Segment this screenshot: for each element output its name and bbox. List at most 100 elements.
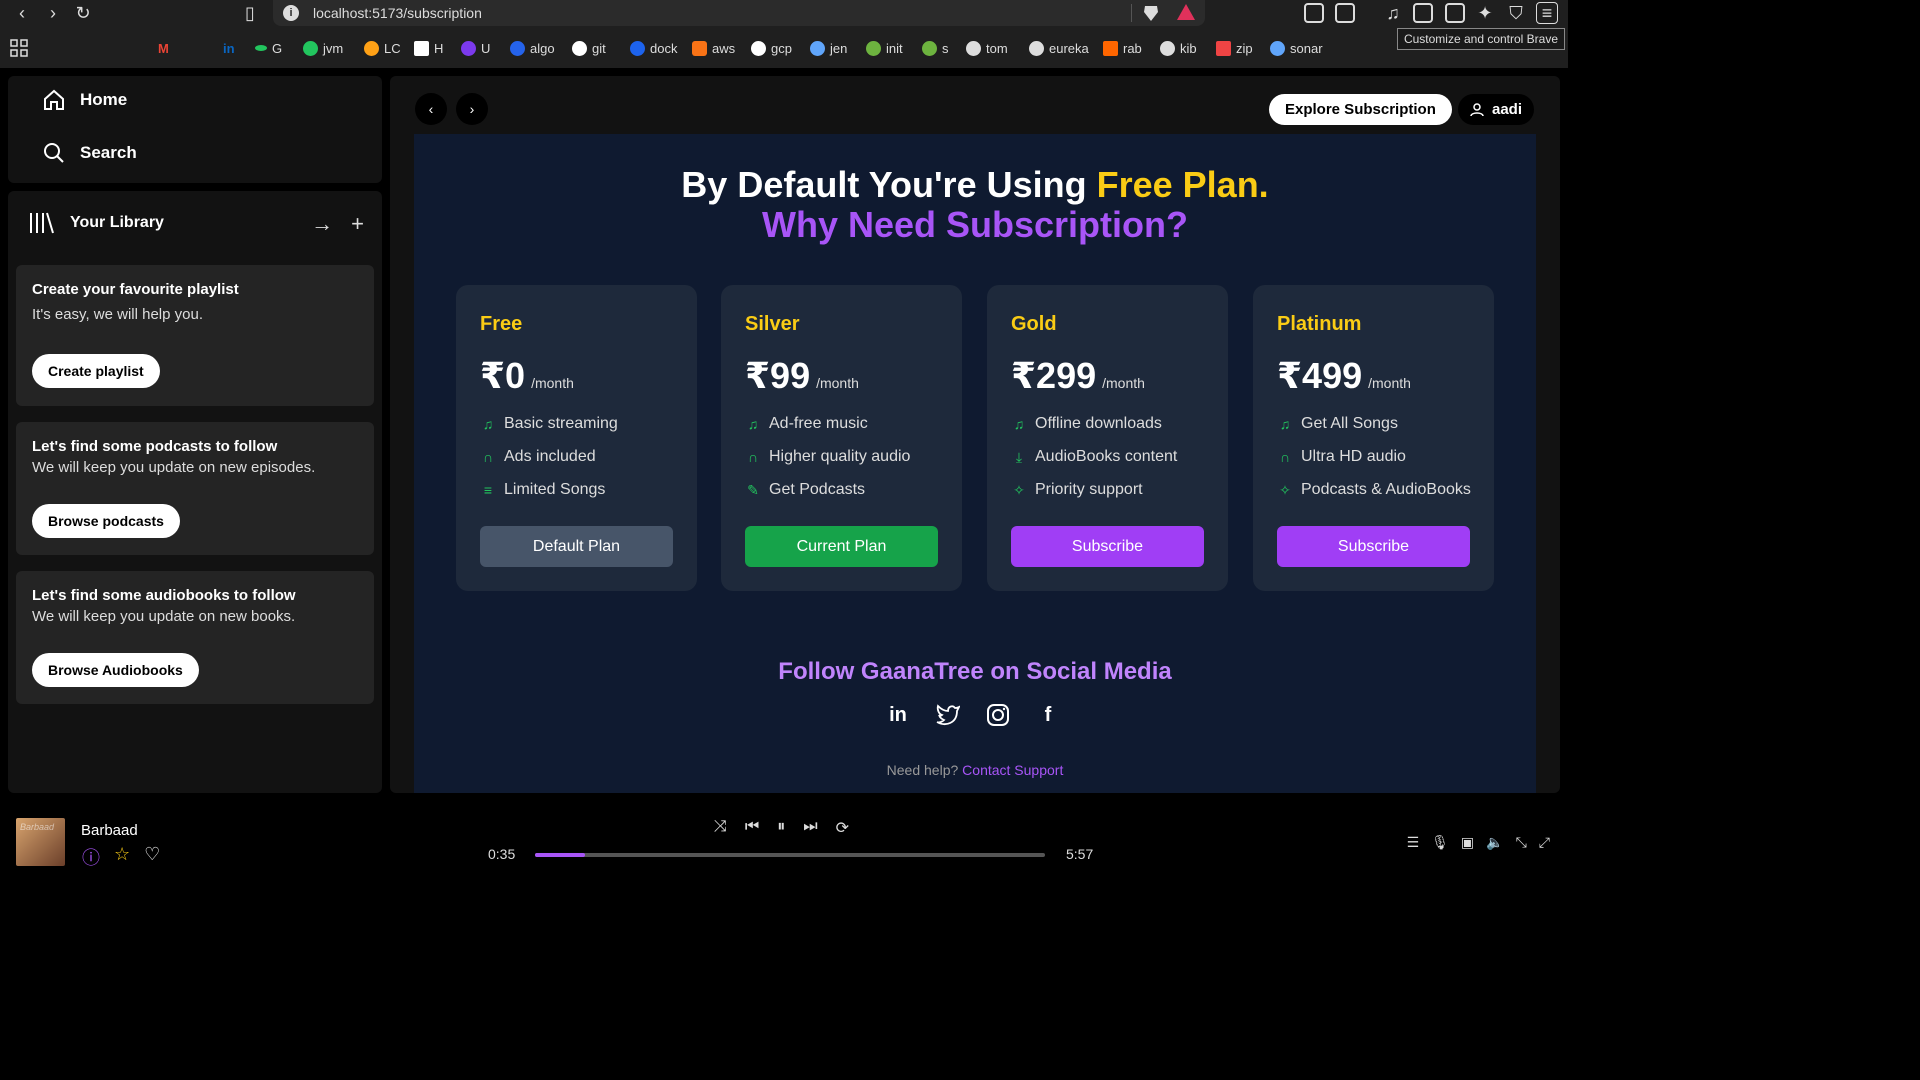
subscribe-gold-button[interactable]: Subscribe: [1011, 526, 1204, 567]
info-icon[interactable]: ⓘ: [82, 844, 100, 870]
sparkle-icon: ✧: [1279, 481, 1291, 498]
progress-bar[interactable]: [535, 853, 1045, 857]
twitter-icon[interactable]: [935, 702, 961, 728]
menu-icon[interactable]: ≡: [1536, 2, 1558, 24]
vpn-icon[interactable]: ⛉: [1505, 2, 1527, 24]
song-title[interactable]: Barbaad: [81, 822, 138, 839]
plus-icon[interactable]: +: [351, 211, 364, 237]
bookmark-gcp[interactable]: gcp: [751, 40, 792, 56]
default-plan-button[interactable]: Default Plan: [480, 526, 673, 567]
address-bar[interactable]: i localhost:5173/subscription: [273, 0, 1205, 26]
bookmark-lc[interactable]: LC: [364, 40, 401, 56]
bookmark-kib[interactable]: kib: [1160, 40, 1197, 56]
player-bar: Barbaad Barbaad ⓘ ☆ ♡ ⤨ ⏮ ⏸ ⏭ ⟳ 0:35 5:5…: [0, 800, 1568, 882]
brave-shields-icon[interactable]: [1143, 4, 1159, 22]
headphones-icon: ∩: [747, 449, 759, 465]
bookmark-rab[interactable]: rab: [1103, 40, 1142, 56]
arrow-right-icon[interactable]: →: [311, 211, 333, 237]
bookmark-algo[interactable]: algo: [510, 40, 555, 56]
facebook-icon[interactable]: f: [1035, 702, 1061, 728]
fullscreen-icon[interactable]: ⤢: [1539, 834, 1550, 851]
brave-rewards-icon[interactable]: [1177, 4, 1195, 20]
forward-icon[interactable]: ›: [42, 2, 64, 24]
wallet-icon[interactable]: [1445, 3, 1465, 23]
linkedin-icon[interactable]: in: [885, 702, 911, 728]
device-icon[interactable]: ▣: [1461, 834, 1474, 851]
main-content: ‹ › Explore Subscription aadi By Default…: [390, 76, 1560, 793]
bookmark-tom[interactable]: tom: [966, 40, 1008, 56]
music-icon[interactable]: ♫: [1382, 2, 1404, 24]
create-playlist-button[interactable]: Create playlist: [32, 354, 160, 388]
song-actions: ⓘ ☆ ♡: [82, 844, 160, 870]
browse-podcasts-button[interactable]: Browse podcasts: [32, 504, 180, 538]
music-note-icon: ♫: [482, 416, 494, 432]
extensions-icon[interactable]: [1304, 3, 1324, 23]
plan-price: ₹99/month: [745, 355, 859, 396]
apps-icon[interactable]: [10, 39, 28, 57]
bookmark-g[interactable]: G: [255, 41, 282, 56]
library-header[interactable]: Your Library: [28, 211, 164, 235]
plan-price: ₹299/month: [1011, 355, 1145, 396]
explore-subscription-button[interactable]: Explore Subscription: [1269, 94, 1452, 125]
shuffle-icon[interactable]: ⤨: [714, 818, 727, 838]
leo-ai-icon[interactable]: ✦: [1474, 2, 1496, 24]
album-cover[interactable]: Barbaad: [16, 818, 65, 866]
back-icon[interactable]: ‹: [11, 2, 33, 24]
bookmark-u[interactable]: U: [461, 40, 490, 56]
bookmark-init[interactable]: init: [866, 40, 903, 56]
volume-icon[interactable]: 🔈: [1486, 834, 1503, 851]
linkedin-bookmark-icon[interactable]: in: [223, 41, 235, 56]
nav-home[interactable]: Home: [42, 88, 127, 112]
music-note-icon: ♫: [1279, 416, 1291, 432]
bookmark-jvm[interactable]: jvm: [303, 40, 343, 56]
gmail-icon[interactable]: M: [158, 41, 169, 56]
browse-audiobooks-button[interactable]: Browse Audiobooks: [32, 653, 199, 687]
url-text[interactable]: localhost:5173/subscription: [313, 5, 482, 21]
bookmark-aws[interactable]: aws: [692, 40, 735, 56]
star-icon[interactable]: ☆: [114, 844, 130, 870]
bookmark-zip[interactable]: zip: [1216, 40, 1253, 56]
forward-arrow-button[interactable]: ›: [456, 93, 488, 125]
bookmark-h[interactable]: H: [414, 40, 443, 56]
instagram-icon[interactable]: [985, 702, 1011, 728]
bookmark-git[interactable]: git: [572, 40, 606, 56]
sidebar-toggle-icon[interactable]: [1413, 3, 1433, 23]
user-icon: [1470, 102, 1484, 116]
hero-heading: By Default You're Using Free Plan.: [390, 164, 1560, 206]
bookmark-sonar[interactable]: sonar: [1270, 40, 1323, 56]
music-note-icon: ♫: [747, 416, 759, 432]
heart-icon[interactable]: ♡: [144, 844, 160, 870]
plan-feature: ♫ Basic streaming: [480, 415, 618, 433]
site-info-icon[interactable]: i: [283, 5, 299, 21]
total-time: 5:57: [1066, 846, 1094, 862]
contact-support-link[interactable]: Contact Support: [962, 762, 1063, 778]
bookmark-jen[interactable]: jen: [810, 40, 847, 56]
plan-feature: ♫ Get All Songs: [1277, 415, 1398, 433]
bookmark-dock[interactable]: dock: [630, 40, 677, 56]
mic-icon[interactable]: 🎙: [1431, 834, 1449, 851]
reload-icon[interactable]: ↻: [72, 2, 94, 24]
plan-name: Silver: [745, 313, 800, 335]
current-plan-button[interactable]: Current Plan: [745, 526, 938, 567]
queue-icon[interactable]: ☰: [1407, 834, 1420, 851]
home-icon: [44, 89, 64, 110]
pause-icon[interactable]: ⏸: [777, 818, 785, 838]
card-title: Create your favourite playlist: [32, 281, 239, 298]
subscribe-platinum-button[interactable]: Subscribe: [1277, 526, 1470, 567]
bookmark-icon[interactable]: ▯: [239, 2, 261, 24]
nav-search[interactable]: Search: [42, 141, 137, 165]
back-arrow-button[interactable]: ‹: [415, 93, 447, 125]
bookmark-s[interactable]: s: [922, 40, 949, 56]
plan-feature: ⤓ AudioBooks content: [1011, 448, 1177, 466]
library-label: Your Library: [70, 214, 164, 231]
next-icon[interactable]: ⏭: [803, 818, 817, 838]
previous-icon[interactable]: ⏮: [745, 818, 759, 838]
nav-home-label: Home: [80, 90, 128, 109]
screenshot-icon[interactable]: [1335, 3, 1355, 23]
bookmark-eureka[interactable]: eureka: [1029, 40, 1089, 56]
user-button[interactable]: aadi: [1458, 94, 1535, 125]
minimize-icon[interactable]: ⤡: [1516, 834, 1527, 851]
repeat-icon[interactable]: ⟳: [836, 818, 849, 838]
address-divider: [1131, 4, 1132, 22]
progress-fill: [535, 853, 585, 857]
